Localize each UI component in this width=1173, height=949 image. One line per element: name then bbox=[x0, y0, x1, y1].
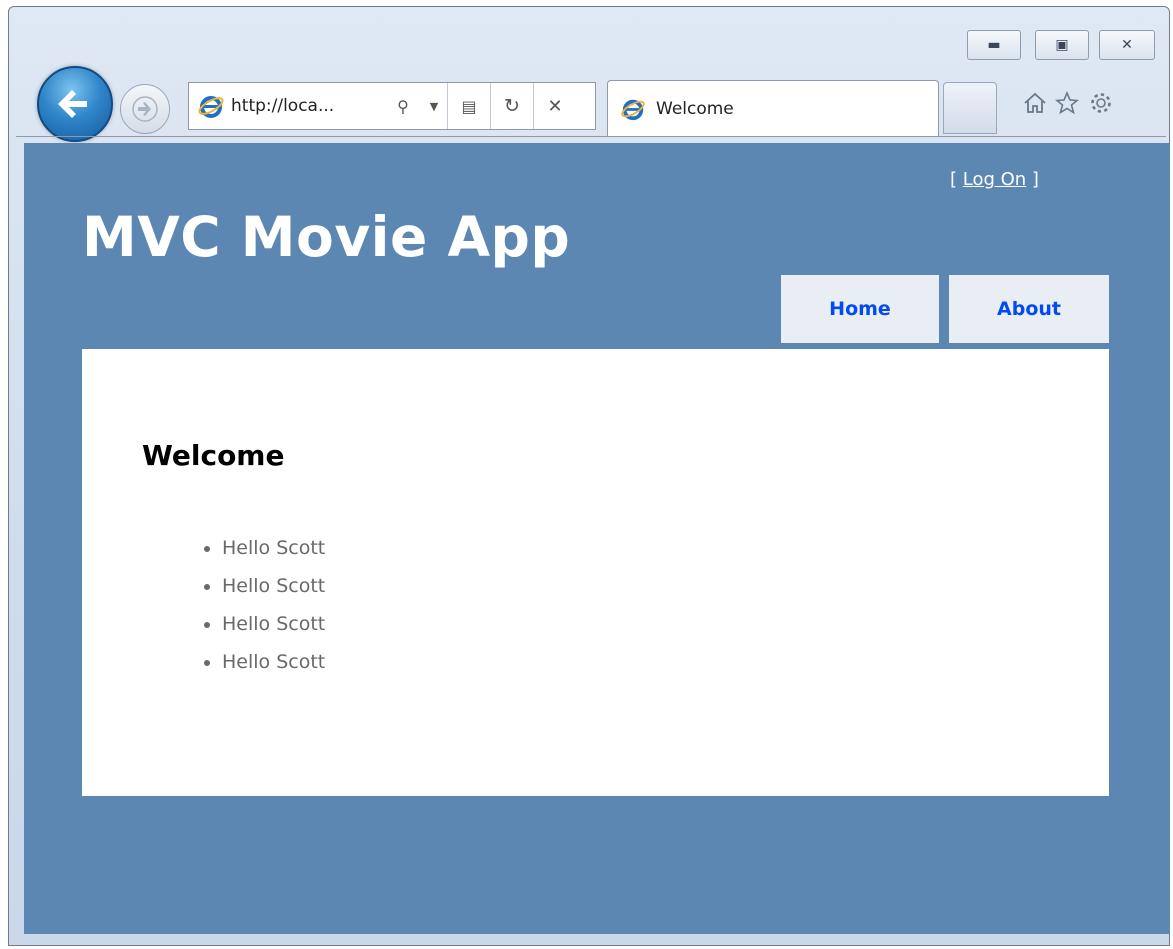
close-window-button[interactable]: ✕ bbox=[1099, 30, 1155, 60]
list-item: Hello Scott bbox=[222, 567, 325, 605]
ie-logo-icon bbox=[621, 99, 645, 120]
home-icon[interactable] bbox=[1020, 88, 1050, 118]
minimize-icon: ▬ bbox=[987, 37, 1001, 53]
log-on-link[interactable]: Log On bbox=[963, 169, 1026, 190]
menu-item-label: About bbox=[997, 298, 1061, 320]
list-item: Hello Scott bbox=[222, 605, 325, 643]
back-button[interactable] bbox=[37, 66, 113, 142]
star-icon[interactable] bbox=[1052, 88, 1082, 118]
refresh-icon[interactable]: ↻ bbox=[491, 83, 533, 129]
menu-item-about[interactable]: About bbox=[949, 275, 1109, 343]
minimize-button[interactable]: ▬ bbox=[967, 30, 1021, 60]
close-window-icon: ✕ bbox=[1121, 37, 1133, 53]
back-arrow-icon bbox=[58, 90, 87, 118]
tab-title: Welcome bbox=[656, 98, 734, 119]
tab-welcome[interactable]: Welcome bbox=[607, 80, 939, 136]
toolbar-divider bbox=[16, 136, 1166, 137]
url-text: http://loca... bbox=[231, 96, 335, 116]
dropdown-arrow-icon[interactable]: ▼ bbox=[421, 83, 447, 129]
main-content: Welcome Hello Scott Hello Scott Hello Sc… bbox=[82, 349, 1109, 796]
forward-button[interactable] bbox=[120, 84, 170, 134]
ie-logo-icon bbox=[198, 96, 224, 118]
menu-item-home[interactable]: Home bbox=[781, 275, 939, 343]
welcome-heading: Welcome bbox=[142, 439, 285, 472]
menu-item-label: Home bbox=[829, 298, 891, 320]
new-tab-button[interactable] bbox=[943, 82, 997, 134]
compatibility-view-icon[interactable]: ▤ bbox=[448, 83, 490, 129]
search-icon[interactable]: ⚲ bbox=[385, 83, 421, 129]
forward-arrow-icon bbox=[132, 96, 158, 122]
page-title: MVC Movie App bbox=[82, 205, 571, 269]
address-bar[interactable]: http://loca... ⚲ ▼ ▤ ↻ ✕ bbox=[188, 82, 596, 130]
logon-display: [ Log On ] bbox=[950, 169, 1039, 190]
list-item: Hello Scott bbox=[222, 529, 325, 567]
logon-bracket-close: ] bbox=[1026, 169, 1039, 190]
maximize-button[interactable]: ▣ bbox=[1035, 30, 1089, 60]
logon-bracket-open: [ bbox=[950, 169, 963, 190]
close-icon[interactable]: ✕ bbox=[534, 83, 576, 129]
maximize-icon: ▣ bbox=[1055, 37, 1069, 53]
message-list: Hello Scott Hello Scott Hello Scott Hell… bbox=[142, 529, 325, 681]
list-item: Hello Scott bbox=[222, 643, 325, 681]
gear-icon[interactable] bbox=[1086, 88, 1116, 118]
page-viewport: [ Log On ] MVC Movie App Home About Welc… bbox=[24, 143, 1170, 934]
